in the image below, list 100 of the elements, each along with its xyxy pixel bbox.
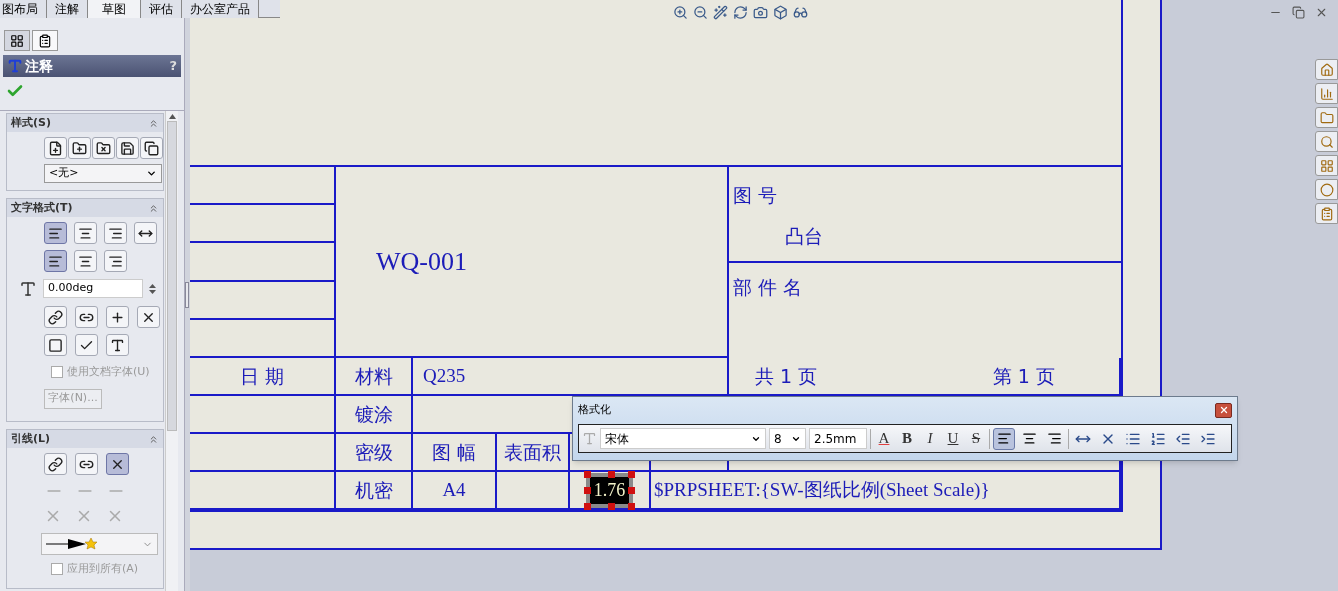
close-icon[interactable] xyxy=(1315,6,1328,19)
selected-note[interactable]: 1.76 xyxy=(585,472,634,508)
panel-tab[interactable] xyxy=(32,30,58,51)
help-text: ? xyxy=(169,57,177,76)
scroll-up-icon[interactable] xyxy=(168,114,176,119)
text-style-button[interactable]: I xyxy=(920,427,940,450)
text-align-button[interactable] xyxy=(993,427,1015,450)
layout-icon xyxy=(1319,158,1334,173)
vertical-align-button[interactable] xyxy=(74,250,97,272)
task-pane-tab[interactable] xyxy=(1315,83,1338,104)
secrecy-label: 密级 xyxy=(354,439,393,465)
group-header[interactable]: 文字格式(T) xyxy=(7,199,163,217)
style-tool-button[interactable] xyxy=(44,137,67,159)
selection-handle[interactable] xyxy=(583,470,591,478)
leader-button[interactable] xyxy=(106,453,129,475)
ribbon-tab[interactable]: 注解 xyxy=(47,0,88,18)
chart-icon xyxy=(1319,86,1334,101)
secrecy-value: 机密 xyxy=(354,477,393,503)
group-header[interactable]: 样式(S) xyxy=(7,114,163,132)
selection-handle[interactable] xyxy=(607,470,615,478)
group-header[interactable]: 引线(L) xyxy=(7,430,163,448)
align-button[interactable] xyxy=(104,222,127,244)
task-pane-tab[interactable] xyxy=(1315,203,1338,224)
close-button[interactable] xyxy=(1215,402,1232,418)
align-button[interactable] xyxy=(74,222,97,244)
note-tool-button[interactable] xyxy=(75,306,98,328)
properties-icon xyxy=(38,33,52,48)
group-title: 引线(L) xyxy=(11,430,51,447)
style-tool-button[interactable] xyxy=(68,137,91,159)
note-tool-button[interactable] xyxy=(44,306,67,328)
close-icon xyxy=(1218,405,1229,415)
checkbox[interactable] xyxy=(51,366,63,379)
text-style-button[interactable]: B xyxy=(897,427,917,450)
ribbon-tab[interactable]: 办公室产品 xyxy=(182,0,259,18)
drawing-number-label: 图 号 xyxy=(733,183,779,208)
scrollbar[interactable] xyxy=(165,111,178,591)
symbol-button[interactable] xyxy=(106,334,129,356)
ribbon-tab[interactable]: 图布局 xyxy=(0,0,47,18)
vertical-align-button[interactable] xyxy=(104,250,127,272)
text-style-button[interactable]: S xyxy=(966,427,986,450)
leader-button[interactable] xyxy=(44,453,67,475)
checkbox-label: 使用文档字体(U) xyxy=(67,364,150,380)
panel-title: 注释 xyxy=(25,56,53,76)
task-pane-tab[interactable] xyxy=(1315,107,1338,128)
sheet-size-label: 图 幅 xyxy=(431,439,476,465)
text-style-button[interactable]: U xyxy=(943,427,963,450)
glasses-icon[interactable] xyxy=(793,5,808,20)
style-tool-button[interactable] xyxy=(116,137,139,159)
task-pane-tab[interactable] xyxy=(1315,59,1338,80)
selection-handle[interactable] xyxy=(607,502,615,510)
align-icon xyxy=(996,431,1012,446)
checkbox[interactable] xyxy=(51,563,63,576)
symbol-icon xyxy=(48,337,63,353)
leader-button[interactable] xyxy=(75,453,98,475)
rotate-icon[interactable] xyxy=(733,5,748,20)
note-tool-icon xyxy=(110,309,125,325)
scale-field: $PRPSHEET:{SW-图纸比例(Sheet Scale)} xyxy=(654,475,990,505)
selection-handle[interactable] xyxy=(628,470,636,478)
numbered-list-icon[interactable] xyxy=(1150,430,1166,447)
height-field[interactable]: 2.5mm xyxy=(809,428,867,449)
style-dropdown[interactable]: <无> xyxy=(44,164,162,183)
note-tool-button[interactable] xyxy=(106,306,129,328)
cube-icon[interactable] xyxy=(773,5,788,20)
style-tool-button[interactable] xyxy=(92,137,115,159)
style-tool-button[interactable] xyxy=(140,137,163,159)
task-pane-tab[interactable] xyxy=(1315,179,1338,200)
zoom-fit-icon[interactable] xyxy=(693,5,708,20)
task-pane-tab[interactable] xyxy=(1315,155,1338,176)
restore-icon[interactable] xyxy=(1292,6,1305,19)
arrow-style-dropdown[interactable] xyxy=(41,533,158,555)
align-button[interactable] xyxy=(134,222,157,244)
leader-icon xyxy=(48,456,63,472)
angle-field[interactable]: 0.00deg xyxy=(43,279,143,298)
collapse-icon xyxy=(148,433,159,445)
style-tool-icon xyxy=(48,140,63,156)
size-dropdown[interactable]: 8 xyxy=(769,428,806,449)
align-icon xyxy=(108,225,123,241)
symbol-icon xyxy=(110,337,125,353)
style-tool-icon xyxy=(72,140,87,156)
spin-icon[interactable] xyxy=(149,282,156,295)
text-style-button[interactable]: A xyxy=(874,427,894,450)
vertical-align-button[interactable] xyxy=(44,250,67,272)
symbol-button[interactable] xyxy=(75,334,98,356)
task-pane-tab[interactable] xyxy=(1315,131,1338,152)
font-dropdown[interactable]: 宋体 xyxy=(600,428,766,449)
arrow-star-icon xyxy=(46,538,98,550)
ribbon-tab[interactable]: 草图 xyxy=(88,0,141,18)
note-tool-button[interactable] xyxy=(137,306,160,328)
panel-tab[interactable] xyxy=(4,30,30,51)
scroll-thumb[interactable] xyxy=(167,121,177,431)
part-name-label: 部 件 名 xyxy=(733,276,803,298)
symbol-button[interactable] xyxy=(44,334,67,356)
material-value: Q235 xyxy=(423,363,466,388)
note-tool-icon xyxy=(48,309,63,325)
zoom-in-icon[interactable] xyxy=(673,5,688,20)
surface-area-label: 表面积 xyxy=(504,439,561,465)
style-tool-icon xyxy=(96,140,111,156)
total-pages: 共 1 页 xyxy=(755,363,818,389)
ribbon-tab[interactable]: 评估 xyxy=(141,0,182,18)
coating-label: 镀涂 xyxy=(354,401,393,427)
